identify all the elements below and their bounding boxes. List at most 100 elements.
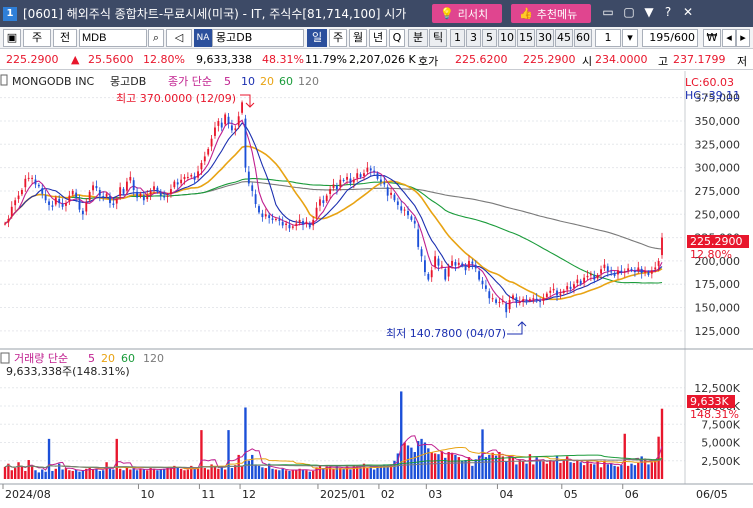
candle-body xyxy=(112,203,115,205)
candle-body xyxy=(146,195,149,200)
tab-monthly[interactable]: 월 xyxy=(349,29,367,47)
window-title: [0601] 해외주식 종합차트-무료시세(미국) - IT, 주식수[81,7… xyxy=(23,7,407,21)
volume-bar xyxy=(129,469,132,479)
volume-bar xyxy=(308,471,311,479)
volume-bar xyxy=(254,464,257,479)
tab-yearly[interactable]: 년 xyxy=(369,29,387,47)
interval-60[interactable]: 60 xyxy=(574,29,592,47)
volume-bar xyxy=(447,452,450,479)
bar-count-field[interactable]: 195/600 xyxy=(642,29,698,47)
time-tick-label: 10 xyxy=(140,488,154,501)
volume-bar xyxy=(369,466,372,479)
tab-daily[interactable]: 일 xyxy=(307,29,327,47)
candle-body xyxy=(207,148,210,155)
volume-bar xyxy=(284,470,288,479)
volume-bar xyxy=(349,469,352,479)
candle-body xyxy=(7,218,10,223)
interval-30[interactable]: 30 xyxy=(536,29,554,47)
market-select[interactable]: 주 xyxy=(23,29,51,47)
volume-bar xyxy=(112,469,115,479)
candle-body xyxy=(291,226,294,228)
volume-bar xyxy=(108,468,112,479)
price-tick-label: 150,000 xyxy=(695,302,741,315)
tab-quarterly[interactable]: Q xyxy=(389,29,405,47)
interval-10[interactable]: 10 xyxy=(498,29,516,47)
research-button[interactable]: 💡 리서치 xyxy=(432,4,502,23)
volume-bar xyxy=(264,468,267,479)
volume-bar xyxy=(406,445,410,479)
candle-body xyxy=(261,213,264,218)
currency-toggle[interactable]: ₩ xyxy=(703,29,721,47)
volume-bar xyxy=(271,468,274,479)
candle-body xyxy=(484,285,487,289)
minimize-window-icon[interactable]: ▭ xyxy=(600,4,616,20)
candle-body xyxy=(498,301,501,303)
volume-bar xyxy=(521,460,525,479)
price-change-pct: 12.80% xyxy=(143,53,185,66)
candle-body xyxy=(413,220,416,224)
candle-body xyxy=(281,221,284,226)
candle-body xyxy=(163,196,166,198)
volume-bar xyxy=(518,459,521,479)
time-tick-label: 2025/01 xyxy=(320,488,366,501)
volume-bar xyxy=(366,468,369,479)
arrow-right-icon[interactable]: ▸ xyxy=(736,29,750,47)
tab-tick[interactable]: 틱 xyxy=(429,29,447,47)
candle-body xyxy=(258,206,260,213)
volume-bar xyxy=(291,469,295,479)
speaker-icon[interactable]: ◁ xyxy=(166,29,192,47)
help-icon[interactable]: ? xyxy=(660,4,676,20)
interval-45[interactable]: 45 xyxy=(555,29,573,47)
chevron-down-icon[interactable]: ▾ xyxy=(622,29,638,47)
candle-body xyxy=(427,273,430,280)
candle-body xyxy=(620,270,623,273)
candle-body xyxy=(342,179,345,181)
volume-bar xyxy=(162,468,166,479)
candle-body xyxy=(285,223,288,225)
menu-select-icon[interactable]: ▣ xyxy=(3,29,21,47)
candle-body xyxy=(623,271,626,273)
volume-bar xyxy=(30,465,34,479)
candle-body xyxy=(434,256,437,267)
candle-body xyxy=(508,300,511,310)
time-tick-label: 11 xyxy=(201,488,215,501)
tab-minute[interactable]: 분 xyxy=(408,29,428,47)
close-window-icon[interactable]: ✕ xyxy=(680,4,696,20)
search-icon[interactable]: ⌕ xyxy=(148,29,164,47)
chart-area[interactable]: 125,000150,000175,000200,000225,000250,0… xyxy=(0,71,753,505)
candle-body xyxy=(464,266,467,271)
candle-body xyxy=(403,209,406,211)
type-select[interactable]: 전 xyxy=(53,29,77,47)
candle-body xyxy=(183,176,186,180)
restore-window-icon[interactable]: ▢ xyxy=(621,4,637,20)
interval-15[interactable]: 15 xyxy=(517,29,535,47)
interval-3[interactable]: 3 xyxy=(466,29,481,47)
interval-5[interactable]: 5 xyxy=(482,29,497,47)
symbol-input[interactable] xyxy=(79,29,147,47)
candle-body xyxy=(136,191,139,198)
volume-bar xyxy=(501,456,505,479)
candle-body xyxy=(210,138,213,147)
volume-bar xyxy=(626,465,630,479)
stock-chart[interactable]: 125,000150,000175,000200,000225,000250,0… xyxy=(0,71,753,505)
arrow-left-icon[interactable]: ◂ xyxy=(722,29,736,47)
interval-1[interactable]: 1 xyxy=(450,29,465,47)
candle-body xyxy=(339,179,342,187)
candle-body xyxy=(288,224,291,229)
candle-body xyxy=(606,266,609,272)
ma-legend-20: 20 xyxy=(260,75,274,88)
tab-weekly[interactable]: 주 xyxy=(329,29,347,47)
stock-name-field: 몽고DB xyxy=(212,29,304,47)
candle-body xyxy=(610,271,613,273)
candle-body xyxy=(562,290,565,293)
candle-body xyxy=(278,219,281,221)
interval-value-field[interactable]: 1 xyxy=(595,29,621,47)
vol-ma-legend-20: 20 xyxy=(101,352,115,365)
recommend-menu-button[interactable]: 👍 추천메뉴 xyxy=(511,4,591,23)
volume-ratio: 48.31% xyxy=(262,53,304,66)
pin-window-icon[interactable]: ▼ xyxy=(641,4,657,20)
candle-body xyxy=(383,182,386,185)
candle-body xyxy=(237,116,240,126)
candle-body xyxy=(200,162,203,170)
candle-body xyxy=(440,265,443,267)
